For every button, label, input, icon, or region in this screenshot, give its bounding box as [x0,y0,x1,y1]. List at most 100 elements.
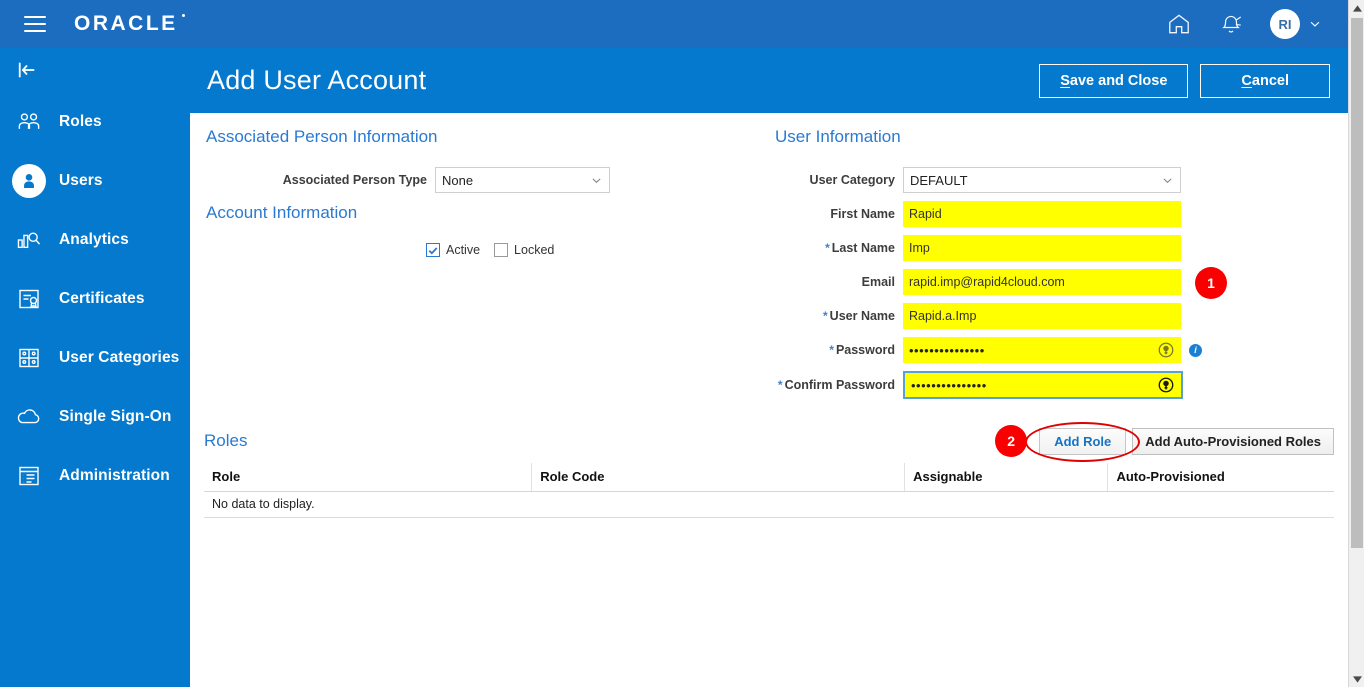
user-name-field[interactable]: Rapid.a.Imp [903,303,1181,329]
confirm-password-field[interactable]: ••••••••••••••• [903,371,1183,399]
sidebar-collapse-button[interactable] [0,48,190,92]
add-auto-provisioned-roles-button[interactable]: Add Auto-Provisioned Roles [1132,427,1334,455]
sidebar-item-label: Users [59,171,103,189]
annotation-badge-2: 2 [995,425,1028,457]
cancel-button[interactable]: Cancel [1200,63,1330,98]
annotation-badge-1: 1 [1195,267,1227,299]
save-and-close-button[interactable]: Save and Close [1039,63,1189,98]
roles-table: Role Role Code Assignable Auto-Provision… [204,463,1334,518]
add-role-button[interactable]: Add Role [1039,427,1127,455]
column-header-role-code[interactable]: Role Code [531,463,906,492]
sidebar-item-administration[interactable]: Administration [0,446,190,505]
required-asterisk: * [823,309,828,323]
first-name-value: Rapid [909,207,942,221]
locked-checkbox[interactable] [494,243,509,257]
user-name-label: User Name [829,309,895,323]
user-information-heading: User Information [775,127,901,146]
email-value: rapid.imp@rapid4cloud.com [909,275,1065,289]
roles-toolbar: Roles 2 Add Role Add Auto-Provisioned Ro… [204,421,1334,462]
roles-table-head: Role Role Code Assignable Auto-Provision… [204,463,1334,492]
roles-table-body: No data to display. [204,491,1334,518]
user-category-value: DEFAULT [910,172,968,188]
certificate-icon [12,282,46,316]
list-window-icon [12,459,46,493]
user-category-select[interactable]: DEFAULT [903,167,1181,193]
chevron-down-icon[interactable] [1308,17,1322,31]
password-label: Password [835,343,895,357]
cloud-icon [12,400,46,434]
chevron-down-icon [592,177,601,183]
sidebar-item-single-sign-on[interactable]: Single Sign-On [0,387,190,446]
roles-heading: Roles [204,431,248,450]
first-name-label: First Name [830,207,895,221]
grid-people-icon [12,341,46,375]
locked-label: Locked [514,243,555,257]
table-header-row: Role Role Code Assignable Auto-Provision… [204,463,1334,492]
bell-icon[interactable] [1218,11,1244,37]
user-menu[interactable]: RI [1270,9,1322,39]
email-label: Email [861,275,895,289]
left-form-column: Associated Person Information Associated… [190,127,775,407]
sidebar-item-label: User Categories [59,348,180,366]
last-name-label: Last Name [831,241,895,255]
password-info-icon[interactable]: i [1189,343,1202,357]
save-rest: ave and Close [1069,72,1168,89]
associated-person-type-select[interactable]: None [435,167,610,193]
hamburger-icon[interactable] [24,16,46,32]
vertical-scrollbar[interactable] [1348,0,1364,687]
table-empty-row: No data to display. [204,491,1334,518]
scroll-down-arrow-icon[interactable] [1349,671,1364,687]
sidebar-item-label: Certificates [59,289,145,307]
column-header-role[interactable]: Role [204,463,533,492]
scrollbar-thumb[interactable] [1351,18,1363,548]
associated-person-type-value: None [442,172,474,188]
scroll-up-arrow-icon[interactable] [1349,0,1364,16]
required-asterisk: * [777,378,783,392]
password-field[interactable]: ••••••••••••••• [903,337,1181,363]
user-person-icon [12,163,46,198]
cancel-rest: ancel [1251,72,1289,89]
required-asterisk: * [825,241,830,255]
email-field[interactable]: rapid.imp@rapid4cloud.com [903,269,1181,295]
column-header-auto-provisioned[interactable]: Auto-Provisioned [1107,463,1334,492]
last-name-value: Imp [909,241,930,255]
confirm-password-value: ••••••••••••••• [911,377,987,393]
active-label: Active [446,243,481,257]
required-asterisk: * [829,343,834,357]
right-form-column: User Information User Category DEFAULT F… [775,127,1320,407]
form-columns: Associated Person Information Associated… [190,113,1348,407]
associated-person-heading: Associated Person Information [206,127,438,146]
user-name-value: Rapid.a.Imp [909,309,977,323]
sidebar-item-user-categories[interactable]: User Categories [0,328,190,387]
save-accel: S [1060,72,1070,89]
associated-person-type-label: Associated Person Type [282,173,427,187]
account-information-heading: Account Information [206,203,358,222]
users-group-icon [12,105,46,139]
avatar[interactable]: RI [1270,9,1300,39]
home-icon[interactable] [1166,11,1192,37]
collapse-panel-icon [18,62,35,78]
column-header-assignable[interactable]: Assignable [904,463,1109,492]
sidebar-item-roles[interactable]: Roles [0,92,190,151]
sidebar-item-users[interactable]: Users [0,151,190,210]
bar-chart-search-icon [12,223,46,257]
confirm-password-label: Confirm Password [784,378,895,392]
sidebar-item-analytics[interactable]: Analytics [0,210,190,269]
page-title: Add User Account [207,65,427,95]
no-data-message: No data to display. [204,491,1334,518]
sidebar-item-label: Single Sign-On [59,407,172,425]
first-name-field[interactable]: Rapid [903,201,1181,227]
sidebar-item-certificates[interactable]: Certificates [0,269,190,328]
generate-password-icon[interactable] [1157,376,1175,394]
sidebar-item-label: Roles [59,112,102,130]
generate-password-icon[interactable] [1157,341,1175,359]
left-sidebar: Roles Users Analytics Certificates User … [0,48,190,687]
user-category-label: User Category [809,173,895,187]
check-icon [428,246,438,254]
password-value: ••••••••••••••• [909,342,985,358]
active-checkbox[interactable] [426,243,440,257]
chevron-down-icon [1163,177,1172,183]
last-name-field[interactable]: Imp [903,235,1181,261]
top-bar-actions: RI [1166,9,1322,39]
top-brand-bar: ORACLE RI [0,0,1348,48]
